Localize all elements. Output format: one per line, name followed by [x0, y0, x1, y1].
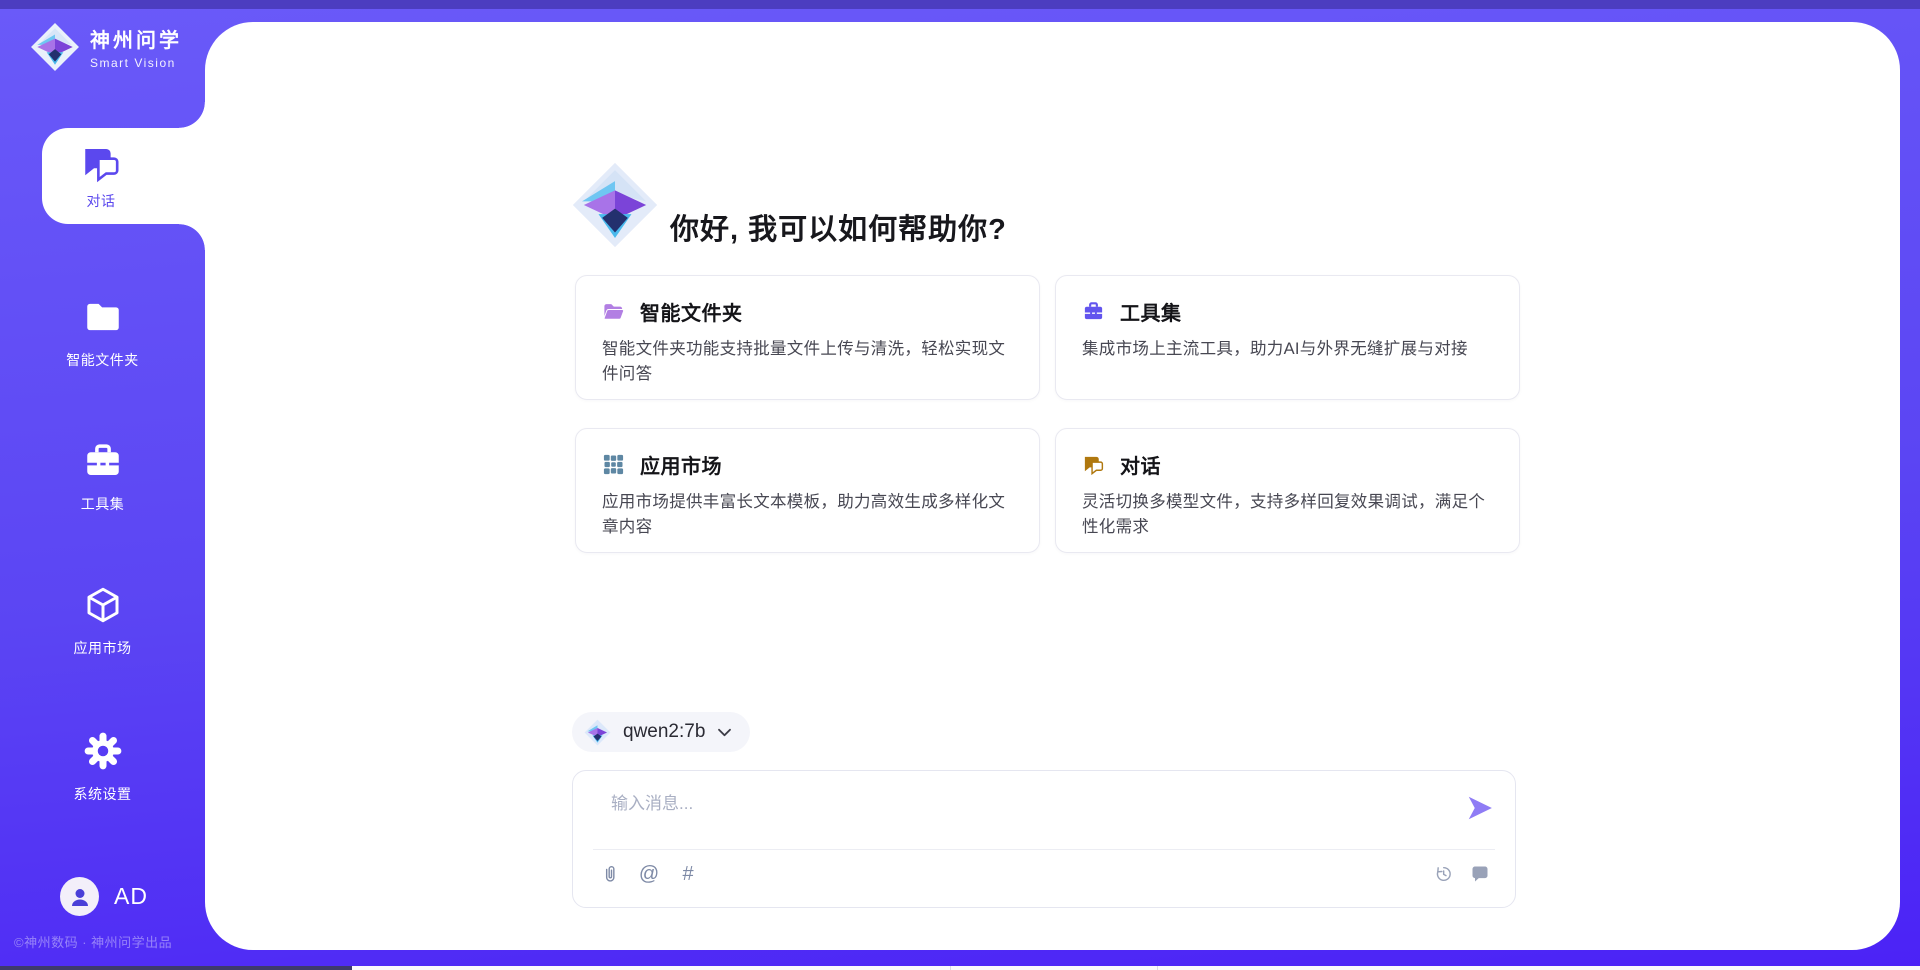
chat-icon	[80, 142, 122, 184]
main-panel: 你好, 我可以如何帮助你? 智能文件夹 智能文件夹功能支持批量文件上传与清洗，轻…	[205, 22, 1900, 950]
at-icon: @	[639, 864, 659, 884]
user-initials: AD	[114, 883, 148, 910]
card-title: 智能文件夹	[640, 297, 743, 326]
cube-icon	[82, 584, 124, 626]
mention-button[interactable]: @	[638, 863, 660, 885]
card-app-market[interactable]: 应用市场 应用市场提供丰富长文本模板，助力高效生成多样化文章内容	[575, 428, 1040, 553]
card-chat[interactable]: 对话 灵活切换多模型文件，支持多样回复效果调试，满足个性化需求	[1055, 428, 1520, 553]
topic-button[interactable]: #	[677, 863, 699, 885]
card-description: 智能文件夹功能支持批量文件上传与清洗，轻松实现文件问答	[602, 337, 1013, 387]
greeting-logo	[571, 161, 659, 249]
card-title: 工具集	[1120, 297, 1182, 326]
grid-icon	[602, 453, 625, 476]
horizontal-scrollbar[interactable]	[0, 966, 1920, 970]
history-button[interactable]	[1432, 863, 1454, 885]
sidebar-item-label: 系统设置	[0, 784, 205, 804]
conversation-button[interactable]	[1469, 863, 1491, 885]
app-name: 神州问学	[90, 24, 182, 53]
sidebar-item-chat[interactable]: 对话	[42, 128, 205, 224]
paperclip-icon	[600, 864, 620, 884]
gear-icon	[82, 730, 124, 772]
folder-open-icon	[602, 300, 625, 323]
chat-icon	[1082, 453, 1105, 476]
sidebar-item-label: 智能文件夹	[0, 350, 205, 370]
sidebar-item-app-market[interactable]: 应用市场	[0, 584, 205, 658]
scrollbar-tick	[1157, 966, 1158, 970]
sidebar-item-settings[interactable]: 系统设置	[0, 730, 205, 804]
toolbox-icon	[1082, 300, 1105, 323]
send-icon	[1465, 793, 1495, 823]
card-description: 灵活切换多模型文件，支持多样回复效果调试，满足个性化需求	[1082, 490, 1493, 540]
card-smart-folder[interactable]: 智能文件夹 智能文件夹功能支持批量文件上传与清洗，轻松实现文件问答	[575, 275, 1040, 400]
sidebar-item-toolset[interactable]: 工具集	[0, 440, 205, 514]
sidebar-item-smart-folder[interactable]: 智能文件夹	[0, 296, 205, 370]
history-icon	[1433, 864, 1453, 884]
user-account[interactable]: AD	[60, 877, 148, 916]
scrollbar-tick	[950, 966, 951, 970]
card-title: 应用市场	[640, 450, 722, 479]
hash-icon: #	[682, 864, 693, 884]
app-logo: 神州问学 Smart Vision	[30, 22, 182, 72]
diamond-logo-icon	[30, 22, 80, 72]
message-input[interactable]	[611, 789, 1431, 841]
diamond-logo-icon	[571, 161, 659, 249]
card-description: 集成市场上主流工具，助力AI与外界无缝扩展与对接	[1082, 337, 1493, 362]
model-logo-icon	[584, 719, 611, 746]
sidebar-item-label: 应用市场	[0, 638, 205, 658]
chat-bubble-icon	[1470, 864, 1490, 884]
copyright-text: ©神州数码 · 神州问学出品	[14, 932, 172, 951]
card-toolset[interactable]: 工具集 集成市场上主流工具，助力AI与外界无缝扩展与对接	[1055, 275, 1520, 400]
model-name: qwen2:7b	[623, 721, 705, 743]
card-title: 对话	[1120, 450, 1161, 479]
avatar	[60, 877, 99, 916]
message-composer: @ #	[572, 770, 1516, 908]
window-top-strip	[0, 0, 1920, 9]
chevron-down-icon	[717, 727, 732, 738]
app-subtitle: Smart Vision	[90, 56, 182, 70]
send-button[interactable]	[1465, 793, 1495, 823]
toolbox-icon	[82, 440, 124, 482]
attach-file-button[interactable]	[599, 863, 621, 885]
folder-icon	[82, 296, 124, 338]
sidebar-item-label: 工具集	[0, 494, 205, 514]
card-description: 应用市场提供丰富长文本模板，助力高效生成多样化文章内容	[602, 490, 1013, 540]
sidebar-item-label: 对话	[87, 191, 116, 211]
greeting-title: 你好, 我可以如何帮助你?	[670, 206, 1007, 248]
sidebar: 神州问学 Smart Vision 对话 智能文件夹 工具集	[0, 0, 205, 970]
scrollbar-segment	[0, 966, 352, 970]
feature-cards: 智能文件夹 智能文件夹功能支持批量文件上传与清洗，轻松实现文件问答 工具集 集成…	[575, 275, 1520, 553]
person-icon	[68, 885, 92, 909]
composer-divider	[593, 849, 1495, 850]
model-selector[interactable]: qwen2:7b	[572, 712, 750, 752]
